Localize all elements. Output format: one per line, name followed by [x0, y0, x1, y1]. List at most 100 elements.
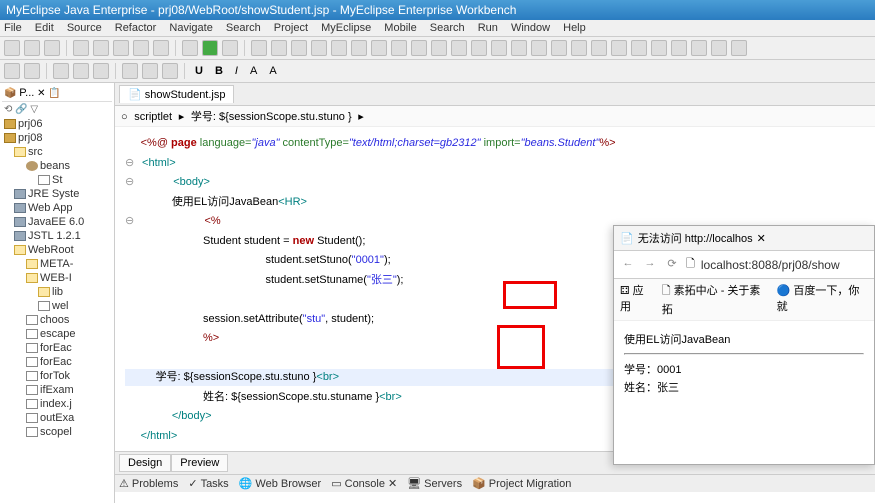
menu-edit[interactable]: Edit: [35, 22, 54, 34]
tree-item[interactable]: META-: [2, 257, 112, 271]
bold-icon[interactable]: B: [211, 65, 227, 77]
tree-item[interactable]: beans: [2, 159, 112, 173]
tool-icon[interactable]: [571, 40, 587, 56]
tool-icon[interactable]: [591, 40, 607, 56]
url-field[interactable]: localhost:8088/prj08/show: [701, 258, 868, 272]
tab-migration[interactable]: 📦 Project Migration: [472, 477, 571, 490]
menu-project[interactable]: Project: [274, 22, 308, 34]
tool-icon[interactable]: [671, 40, 687, 56]
run-icon[interactable]: [202, 40, 218, 56]
tree-item[interactable]: prj08: [2, 131, 112, 145]
back-icon[interactable]: ←: [620, 257, 636, 273]
save-all-icon[interactable]: [44, 40, 60, 56]
tool-icon[interactable]: [153, 40, 169, 56]
tool-icon[interactable]: [691, 40, 707, 56]
forward-icon[interactable]: →: [642, 257, 658, 273]
tab-servers[interactable]: 🖥 Servers: [407, 477, 462, 490]
tree-item[interactable]: forEac: [2, 355, 112, 369]
tool-icon[interactable]: [142, 63, 158, 79]
menu-search2[interactable]: Search: [430, 22, 465, 34]
tree-item[interactable]: St: [2, 173, 112, 187]
text-icon[interactable]: A: [265, 65, 280, 77]
tree-item[interactable]: scopel: [2, 425, 112, 439]
tool-icon[interactable]: [611, 40, 627, 56]
tool-icon[interactable]: [162, 63, 178, 79]
apps-icon[interactable]: ⚃ 应用: [620, 282, 654, 317]
tab-browser[interactable]: 🌐 Web Browser: [239, 477, 322, 490]
tab-console[interactable]: ▭ Console ✕: [331, 477, 397, 490]
reload-icon[interactable]: ⟳: [664, 257, 680, 273]
tree-item[interactable]: ifExam: [2, 383, 112, 397]
menu-refactor[interactable]: Refactor: [115, 22, 157, 34]
preview-tab[interactable]: Preview: [171, 454, 228, 472]
bookmark-item[interactable]: 🔵 百度一下，你就: [777, 282, 868, 317]
design-tab[interactable]: Design: [119, 454, 171, 472]
tool-icon[interactable]: [511, 40, 527, 56]
tree-item[interactable]: JavaEE 6.0: [2, 215, 112, 229]
tab-problems[interactable]: ⚠ Problems: [119, 477, 178, 490]
browser-tab-title[interactable]: 无法访问 http://localhos: [638, 230, 753, 246]
tool-icon[interactable]: [451, 40, 467, 56]
tool-icon[interactable]: [351, 40, 367, 56]
tree-item[interactable]: Web App: [2, 201, 112, 215]
tool-icon[interactable]: [631, 40, 647, 56]
tree-item[interactable]: src: [2, 145, 112, 159]
tree-item[interactable]: index.j: [2, 397, 112, 411]
tool-icon[interactable]: [113, 40, 129, 56]
tool-icon[interactable]: [93, 40, 109, 56]
breadcrumb[interactable]: ○ scriptlet ▸ 学号: ${sessionScope.stu.stu…: [115, 106, 875, 127]
tree-item[interactable]: outExa: [2, 411, 112, 425]
tool-icon[interactable]: [24, 63, 40, 79]
menu-window[interactable]: Window: [511, 22, 550, 34]
menu-file[interactable]: File: [4, 22, 22, 34]
debug-icon[interactable]: [182, 40, 198, 56]
menu-source[interactable]: Source: [67, 22, 102, 34]
tool-icon[interactable]: [551, 40, 567, 56]
tool-icon[interactable]: [471, 40, 487, 56]
tool-icon[interactable]: [331, 40, 347, 56]
tree-item[interactable]: JSTL 1.2.1: [2, 229, 112, 243]
tree-item[interactable]: escape: [2, 327, 112, 341]
tree-item[interactable]: forEac: [2, 341, 112, 355]
tree-item[interactable]: forTok: [2, 369, 112, 383]
menu-help[interactable]: Help: [563, 22, 586, 34]
menu-search[interactable]: Search: [226, 22, 261, 34]
editor-tab-showstudent[interactable]: 📄 showStudent.jsp: [119, 85, 234, 103]
tool-icon[interactable]: [251, 40, 267, 56]
tool-icon[interactable]: [651, 40, 667, 56]
menu-navigate[interactable]: Navigate: [169, 22, 212, 34]
tool-icon[interactable]: [431, 40, 447, 56]
tool-icon[interactable]: [371, 40, 387, 56]
explorer-tab[interactable]: 📦 P... ✕ 📋: [2, 85, 112, 102]
tool-icon[interactable]: [731, 40, 747, 56]
tool-icon[interactable]: [53, 63, 69, 79]
tool-icon[interactable]: [711, 40, 727, 56]
tool-icon[interactable]: [73, 40, 89, 56]
close-tab-icon[interactable]: ✕: [757, 232, 766, 245]
bold-icon[interactable]: U: [191, 65, 207, 77]
menu-run[interactable]: Run: [478, 22, 498, 34]
italic-icon[interactable]: I: [231, 65, 242, 77]
tool-icon[interactable]: [222, 40, 238, 56]
tool-icon[interactable]: [4, 63, 20, 79]
menu-mobile[interactable]: Mobile: [384, 22, 416, 34]
text-icon[interactable]: A: [246, 65, 261, 77]
tree-item[interactable]: lib: [2, 285, 112, 299]
tree-item[interactable]: prj06: [2, 117, 112, 131]
tool-icon[interactable]: [291, 40, 307, 56]
tab-tasks[interactable]: ✓ Tasks: [188, 477, 228, 490]
tool-icon[interactable]: [311, 40, 327, 56]
tool-icon[interactable]: [531, 40, 547, 56]
tree-item[interactable]: wel: [2, 299, 112, 313]
tree-item[interactable]: choos: [2, 313, 112, 327]
tool-icon[interactable]: [271, 40, 287, 56]
tree-item[interactable]: WebRoot: [2, 243, 112, 257]
save-icon[interactable]: [24, 40, 40, 56]
tool-icon[interactable]: [122, 63, 138, 79]
bookmark-item[interactable]: 🗋 素拓中心 - 关于素拓: [662, 282, 769, 317]
tool-icon[interactable]: [391, 40, 407, 56]
tool-icon[interactable]: [491, 40, 507, 56]
tool-icon[interactable]: [133, 40, 149, 56]
tool-icon[interactable]: [93, 63, 109, 79]
tree-item[interactable]: JRE Syste: [2, 187, 112, 201]
